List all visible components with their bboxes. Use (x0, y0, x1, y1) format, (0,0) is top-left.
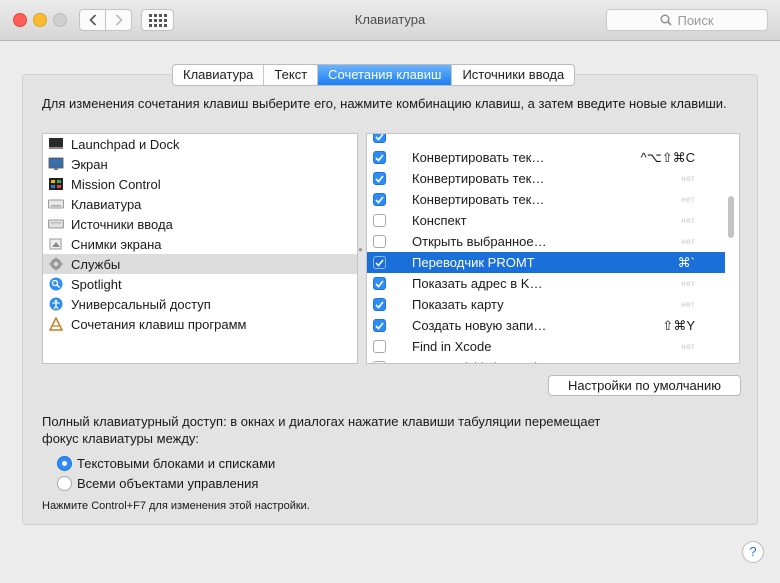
search-placeholder: Поиск (677, 12, 714, 28)
checkmark-icon (375, 258, 384, 267)
shortcut-name: Конвертировать тек… (412, 171, 545, 186)
shortcut-key[interactable]: нет (681, 342, 695, 351)
shortcut-key[interactable]: нет (681, 363, 695, 364)
shortcut-name: Показать адрес в K… (412, 276, 543, 291)
full-keyboard-access-label: Полный клавиатурный доступ: в окнах и ди… (42, 414, 601, 446)
shortcut-row[interactable]: Показать адрес в K… нет (367, 273, 725, 294)
shortcut-key[interactable]: нет (681, 237, 695, 246)
shortcut-name: Find in Xcode (412, 339, 492, 354)
shortcut-row[interactable]: Создать новую запи… ⇧⌘Y (367, 315, 725, 336)
shortcut-key[interactable]: ⇧⌘Y (662, 318, 695, 334)
radio-label-all-controls: Всеми объектами управления (77, 476, 259, 491)
category-item[interactable]: Службы (43, 254, 357, 274)
shortcut-row[interactable]: Конвертировать тек… ^⌥⇧⌘C (367, 147, 725, 168)
shortcut-row[interactable]: Конвертировать тек… нет (367, 189, 725, 210)
screenshot-icon (49, 238, 62, 250)
shortcut-checkbox[interactable] (373, 193, 386, 206)
input-sources-icon (48, 219, 64, 229)
shortcut-checkbox[interactable] (373, 214, 386, 227)
shortcut-list: Конвертировать тек… ^⌥⇧⌘C Конвертировать т… (366, 133, 740, 364)
shortcut-key[interactable]: ^⌥⇧⌘C (641, 150, 695, 166)
help-button[interactable]: ? (742, 541, 764, 563)
shortcut-row[interactable]: Find in Xcode нет (367, 336, 725, 357)
radio-label-text-boxes-lists: Текстовыми блоками и списками (77, 456, 276, 471)
shortcut-row[interactable]: Конспект нет (367, 210, 725, 231)
shortcut-row[interactable]: Показать карту нет (367, 294, 725, 315)
shortcuts-description: Для изменения сочетания клавиш выберите … (42, 96, 727, 111)
checkmark-icon (375, 195, 384, 204)
title-bar: Клавиатура Поиск (0, 0, 780, 41)
shortcut-name: Конспект (412, 213, 467, 228)
category-list: Launchpad и Dock Экран Mission Control К… (42, 133, 358, 364)
services-gear-icon (49, 257, 63, 271)
keyboard-icon (48, 199, 64, 209)
shortcut-checkbox[interactable] (373, 235, 386, 248)
category-item[interactable]: Launchpad и Dock (43, 134, 357, 154)
shortcut-key[interactable]: нет (681, 195, 695, 204)
shortcut-checkbox[interactable] (373, 256, 386, 269)
tab-bar: Клавиатура Текст Сочетания клавиш Источн… (172, 64, 576, 86)
tab-text[interactable]: Текст (264, 65, 319, 85)
tab-shortcuts[interactable]: Сочетания клавиш (318, 65, 453, 85)
tab-input-sources[interactable]: Источники ввода (452, 65, 574, 85)
display-icon (48, 157, 64, 170)
checkmark-icon (375, 134, 384, 141)
checkmark-icon (375, 300, 384, 309)
category-item[interactable]: Клавиатура (43, 194, 357, 214)
spotlight-icon (49, 277, 63, 291)
shortcut-row[interactable]: Переводчик PROMT ⌘` (367, 252, 725, 273)
checkmark-icon (375, 174, 384, 183)
app-shortcuts-icon (48, 317, 64, 331)
shortcut-name: Open Quickly in Xcode (412, 360, 725, 363)
shortcut-key[interactable]: нет (681, 216, 695, 225)
shortcut-row[interactable] (367, 134, 725, 147)
shortcut-name: Открыть выбранное… (412, 234, 547, 249)
category-item[interactable]: Источники ввода (43, 214, 357, 234)
radio-text-boxes-lists[interactable] (57, 456, 72, 471)
shortcut-checkbox[interactable] (373, 277, 386, 290)
restore-defaults-button[interactable]: Настройки по умолчанию (548, 375, 741, 396)
shortcut-checkbox[interactable] (373, 172, 386, 185)
shortcut-checkbox[interactable] (373, 298, 386, 311)
mission-control-icon (49, 178, 63, 190)
checkmark-icon (375, 153, 384, 162)
shortcut-name: Показать карту (412, 297, 504, 312)
shortcut-list-scrollbar[interactable] (728, 196, 734, 238)
shortcut-row[interactable]: Open Quickly in Xcodeнет (367, 357, 725, 364)
shortcut-key[interactable]: нет (681, 279, 695, 288)
split-view-handle[interactable]: ● (358, 245, 366, 254)
shortcut-checkbox[interactable] (373, 151, 386, 164)
category-item[interactable]: Универсальный доступ (43, 294, 357, 314)
shortcut-key[interactable]: нет (681, 300, 695, 309)
category-item[interactable]: Экран (43, 154, 357, 174)
search-icon (660, 14, 673, 26)
launchpad-dock-icon (49, 138, 63, 149)
category-item[interactable]: Mission Control (43, 174, 357, 194)
checkmark-icon (375, 321, 384, 330)
search-field[interactable]: Поиск (606, 9, 768, 31)
category-item[interactable]: Снимки экрана (43, 234, 357, 254)
category-item[interactable]: Сочетания клавиш программ (43, 314, 357, 334)
shortcut-key[interactable]: ⌘` (678, 255, 695, 271)
control-f7-hint: Нажмите Control+F7 для изменения этой на… (42, 500, 310, 512)
shortcut-row[interactable]: Открыть выбранное… нет (367, 231, 725, 252)
accessibility-icon (49, 297, 63, 311)
checkmark-icon (375, 279, 384, 288)
shortcut-checkbox[interactable] (373, 340, 386, 353)
shortcut-name: Конвертировать тек… (412, 192, 545, 207)
shortcut-row[interactable]: Конвертировать тек… нет (367, 168, 725, 189)
tab-keyboard[interactable]: Клавиатура (173, 65, 265, 85)
shortcut-checkbox[interactable] (373, 134, 386, 143)
radio-all-controls[interactable] (57, 476, 72, 491)
shortcut-checkbox[interactable] (373, 319, 386, 332)
category-item[interactable]: Spotlight (43, 274, 357, 294)
shortcut-key[interactable]: нет (681, 174, 695, 183)
shortcut-checkbox[interactable] (373, 361, 386, 363)
